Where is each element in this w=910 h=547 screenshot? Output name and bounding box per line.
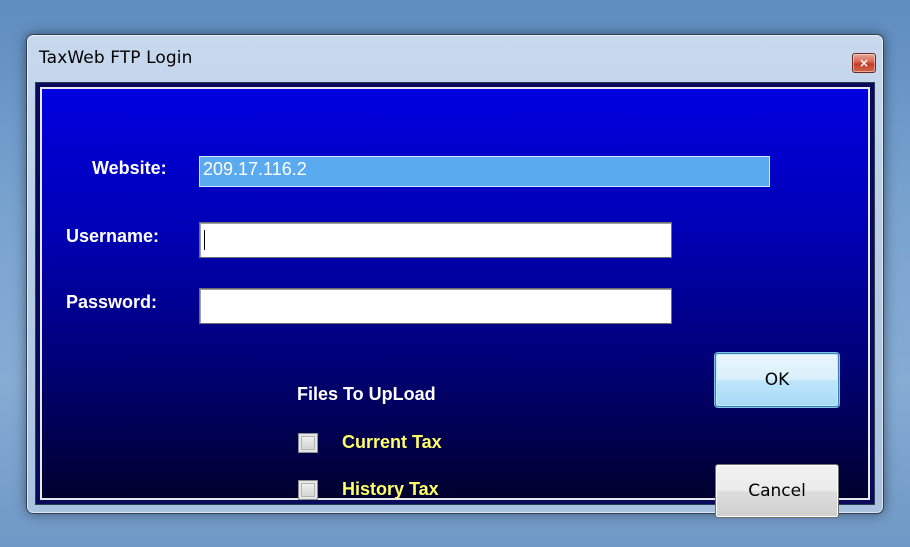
username-input[interactable] <box>200 223 671 257</box>
current-tax-checkbox[interactable] <box>298 432 318 453</box>
title-bar[interactable]: TaxWeb FTP Login × <box>27 35 883 81</box>
close-button[interactable]: × <box>852 53 876 73</box>
history-tax-option[interactable]: History Tax <box>298 479 439 500</box>
history-tax-label: History Tax <box>342 479 439 499</box>
close-icon: × <box>858 56 870 70</box>
current-tax-label: Current Tax <box>342 432 442 452</box>
password-label: Password: <box>66 292 158 312</box>
current-tax-option[interactable]: Current Tax <box>298 432 442 453</box>
ok-button-label: OK <box>764 370 790 390</box>
website-field[interactable]: 209.17.116.2 <box>199 156 770 187</box>
password-field[interactable] <box>199 288 672 324</box>
username-label: Username: <box>66 226 160 246</box>
login-dialog: TaxWeb FTP Login × Website: 209.17.116.2… <box>26 34 884 518</box>
cancel-button[interactable]: Cancel <box>715 464 839 518</box>
dialog-panel: Website: 209.17.116.2 Username: Password… <box>40 87 870 518</box>
username-field[interactable] <box>199 222 672 258</box>
website-label: Website: <box>92 158 167 178</box>
window-title: TaxWeb FTP Login <box>39 48 193 68</box>
website-value: 209.17.116.2 <box>203 159 307 179</box>
dialog-client-area: Website: 209.17.116.2 Username: Password… <box>35 82 875 518</box>
history-tax-checkbox[interactable] <box>298 479 318 500</box>
ok-button[interactable]: OK <box>715 353 839 407</box>
text-caret <box>204 230 205 250</box>
cancel-button-label: Cancel <box>748 481 806 501</box>
files-to-upload-title: Files To UpLoad <box>297 384 436 404</box>
password-input[interactable] <box>200 289 671 323</box>
